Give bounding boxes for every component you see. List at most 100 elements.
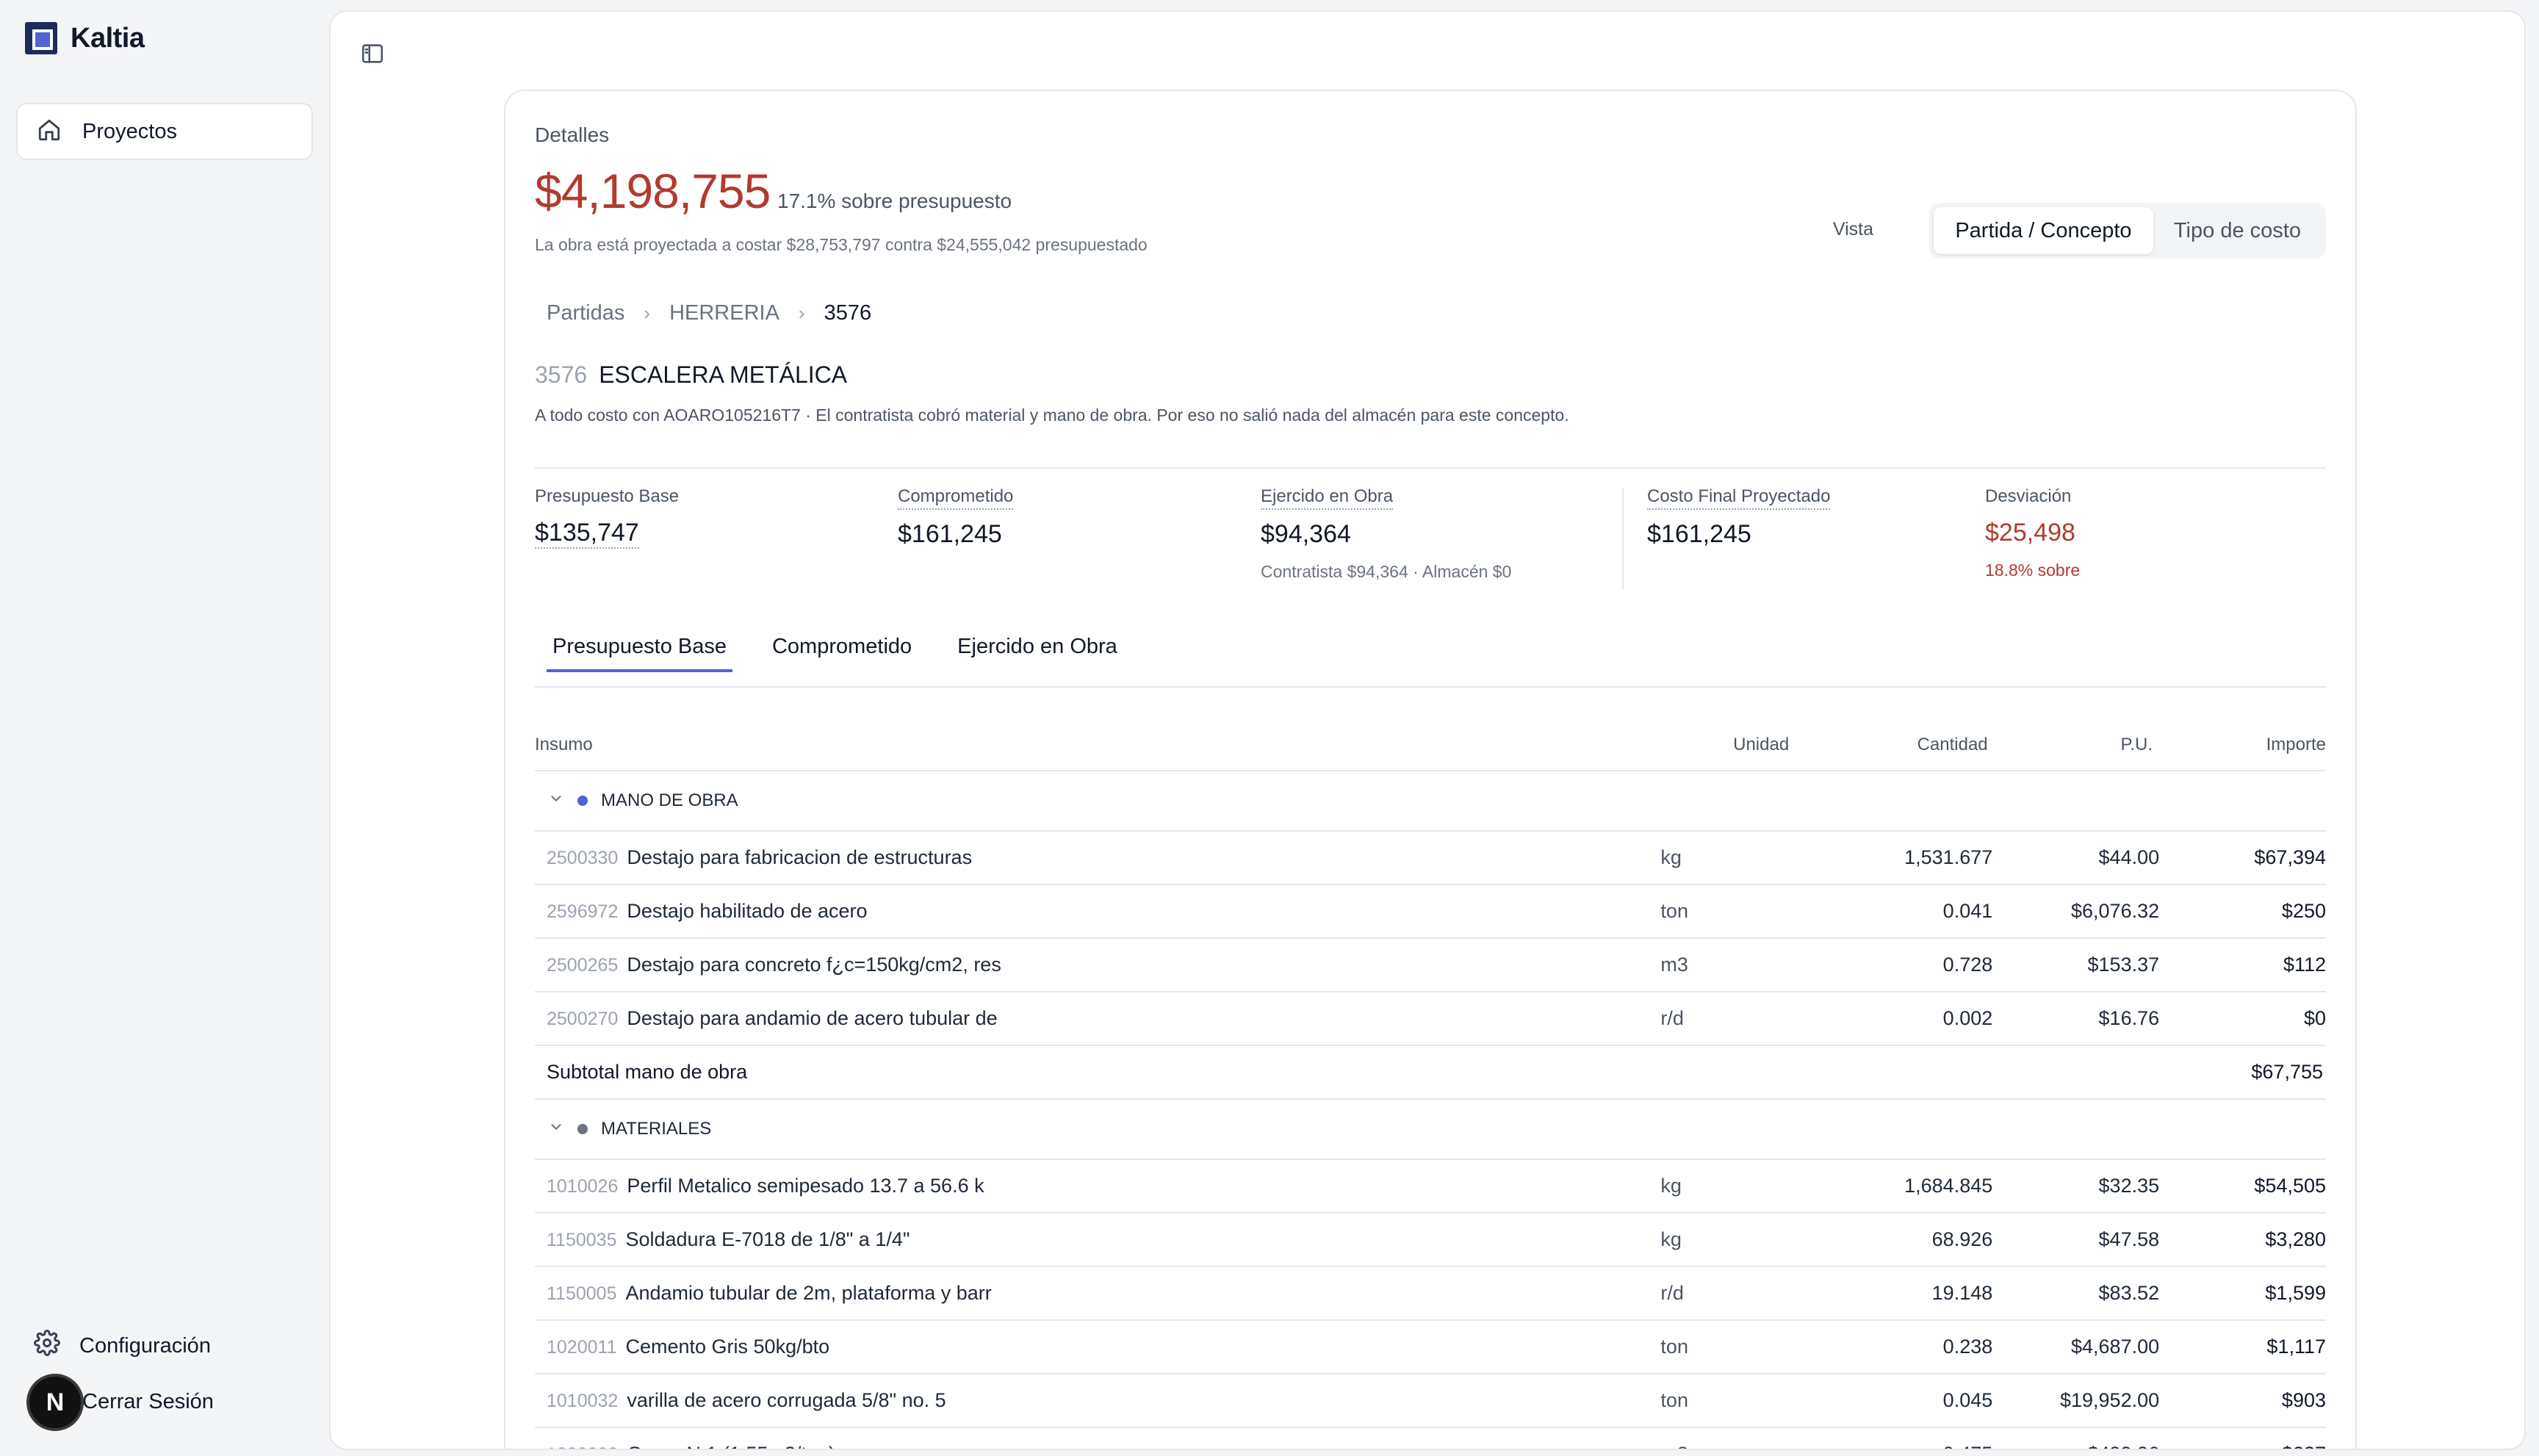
sidebar-toggle-icon [360,41,385,70]
group-header-materiales[interactable]: MATERIALES [535,1100,2326,1160]
row-amount: $3,280 [2265,1228,2326,1250]
toggle-sidebar-button[interactable] [360,41,385,70]
chevron-down-icon [548,1119,564,1140]
view-option-tipo-de-costo[interactable]: Tipo de costo [2153,207,2322,254]
metric-label[interactable]: Comprometido [898,486,1014,510]
row-code: 1150035 [547,1230,617,1250]
metric-comprometido: Comprometido $161,245 [898,486,1014,549]
view-switcher: Partida / Concepto Tipo de costo [1929,203,2326,259]
sidebar-item-label: Cerrar Sesión [82,1390,214,1413]
metric-subtext: 18.8% sobre [1985,561,2081,580]
row-unit: r/d [1660,1007,1684,1029]
metric-value[interactable]: $135,747 [535,519,639,549]
table-row[interactable]: 2500265 Destajo para concreto f¿c=150kg/c… [535,939,2326,992]
metric-value: $161,245 [1647,520,1751,548]
chevron-right-icon: › [798,302,805,324]
chevron-right-icon: › [644,302,651,324]
kaltia-logo-icon [25,22,57,54]
row-quantity: 0.728 [1942,954,1993,976]
row-quantity: 1,684.845 [1904,1175,1993,1197]
row-amount: $1,599 [2265,1282,2326,1304]
row-code: 1020011 [547,1337,617,1358]
row-quantity: 0.002 [1942,1007,1993,1029]
breadcrumb-partidas[interactable]: Partidas [547,301,624,325]
sidebar: Kaltia Proyectos Configuración Cerrar Se… [0,0,328,1456]
tab-presupuesto-base[interactable]: Presupuesto Base [547,635,732,672]
brand[interactable]: Kaltia [25,22,145,54]
gear-icon [34,1330,60,1362]
table-row[interactable]: 1150005 Andamio tubular de 2m, plataforma… [535,1267,2326,1321]
row-description: Cemento Gris 50kg/bto [625,1336,830,1358]
avatar-initial: N [46,1388,65,1416]
group-color-dot [577,1124,588,1134]
row-unit-price: $47.58 [2098,1228,2160,1250]
row-code: 1010026 [547,1176,619,1197]
concept-name: ESCALERA METÁLICA [599,361,848,388]
row-unit: kg [1660,1175,1682,1197]
row-unit: ton [1660,1336,1688,1358]
row-unit: kg [1660,1228,1682,1250]
column-header-unidad: Unidad [1733,735,1790,754]
row-quantity: 1,531.677 [1904,846,1993,868]
row-code: 1030008 [547,1444,618,1449]
divider [535,467,2326,469]
user-avatar[interactable]: N [26,1374,84,1431]
overrun-percentage: 17.1% sobre presupuesto [777,190,1012,212]
row-description: Grava N.1 (1.55m3/ton) [627,1443,835,1449]
tab-ejercido-en-obra[interactable]: Ejercido en Obra [951,635,1123,672]
home-icon [37,118,62,146]
table-row[interactable]: 1010032 varilla de acero corrugada 5/8" n… [535,1374,2326,1428]
row-amount: $0 [2303,1007,2326,1029]
view-option-partida-concepto[interactable]: Partida / Concepto [1934,207,2153,254]
metric-label[interactable]: Ejercido en Obra [1261,486,1394,510]
row-code: 2500330 [547,848,619,868]
details-card: Detalles $4,198,755 17.1% sobre presupue… [504,90,2357,1449]
table-row[interactable]: 2596972 Destajo habilitado de acero ton 0… [535,885,2326,939]
table-row[interactable]: 1030008 Grava N.1 (1.55m3/ton) m3 0.475 $… [535,1428,2326,1449]
metric-label[interactable]: Costo Final Proyectado [1647,486,1831,510]
metric-value: $94,364 [1261,520,1351,548]
metric-value: $161,245 [898,520,1002,548]
table-row[interactable]: 2500270 Destajo para andamio de acero tub… [535,992,2326,1046]
table-header: Insumo Unidad Cantidad P.U. Importe [535,720,2326,771]
row-description: Destajo para fabricacion de estructuras [627,846,973,868]
sidebar-item-proyectos[interactable]: Proyectos [16,103,313,160]
row-amount: $237 [2159,1443,2326,1449]
row-unit-price: $44.00 [2098,846,2160,868]
section-label: Detalles [535,123,610,146]
row-unit-price: $19,952.00 [2059,1389,2160,1411]
breadcrumb-current: 3576 [824,301,872,325]
metric-desviacion: Desviación $25,498 18.8% sobre [1985,486,2080,580]
sidebar-item-configuracion[interactable]: Configuración [34,1330,211,1362]
row-description: Perfil Metalico semipesado 13.7 a 56.6 k [627,1175,984,1197]
table-row[interactable]: 1150035 Soldadura E-7018 de 1/8" a 1/4" k… [535,1214,2326,1267]
row-quantity: 68.926 [1931,1228,1993,1250]
breadcrumb-herreria[interactable]: HERRERIA [669,301,779,325]
concept-code: 3576 [535,361,588,388]
metric-costo-final-proyectado: Costo Final Proyectado $161,245 [1647,486,1831,549]
row-unit-price: $4,687.00 [2071,1336,2160,1358]
metric-subtext: Contratista $94,364 · Almacén $0 [1261,562,1512,581]
tab-comprometido[interactable]: Comprometido [766,635,918,672]
metric-label: Desviación [1985,486,2072,506]
row-amount: $903 [2281,1389,2326,1411]
app-name: Kaltia [71,22,145,54]
sidebar-item-label: Configuración [79,1333,211,1358]
table-row[interactable]: 1010026 Perfil Metalico semipesado 13.7 a… [535,1160,2326,1214]
logout-button[interactable]: Cerrar Sesión [82,1390,214,1414]
row-unit: r/d [1660,1282,1684,1304]
row-description: Soldadura E-7018 de 1/8" a 1/4" [625,1228,910,1250]
group-color-dot [577,796,588,806]
table-row[interactable]: 1020011 Cemento Gris 50kg/bto ton 0.238 $… [535,1321,2326,1374]
group-header-mano-de-obra[interactable]: MANO DE OBRA [535,771,2326,832]
metrics-divider [1622,488,1624,589]
group-name: MATERIALES [601,1119,712,1139]
projection-summary: La obra está proyectada a costar $28,753… [535,235,1148,254]
row-code: 2500270 [547,1009,619,1029]
row-description: Andamio tubular de 2m, plataforma y barr [625,1282,992,1304]
table-row[interactable]: 2500330 Destajo para fabricacion de estru… [535,832,2326,885]
group-name: MANO DE OBRA [601,790,738,810]
row-amount: $1,117 [2266,1336,2326,1358]
breadcrumb: Partidas › HERRERIA › 3576 [547,301,871,325]
metric-label: Presupuesto Base [535,486,680,506]
